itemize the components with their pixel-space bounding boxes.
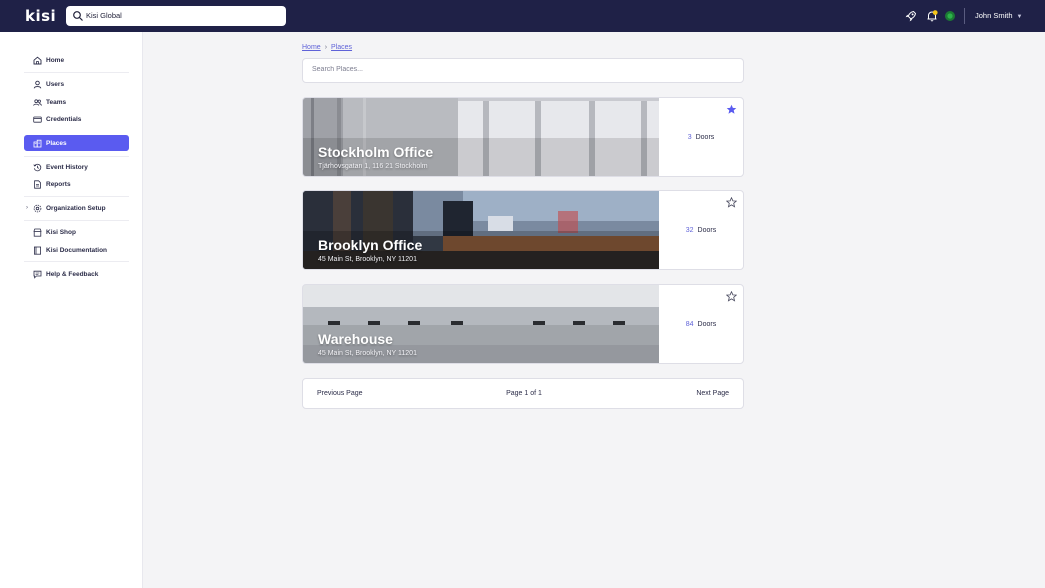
doors-count: 3 Doors bbox=[661, 134, 741, 141]
sidebar-item-event-history[interactable]: Event History bbox=[24, 159, 129, 175]
place-photo: Brooklyn Office 45 Main St, Brooklyn, NY… bbox=[303, 191, 659, 269]
doors-count-number: 84 bbox=[685, 321, 694, 328]
sidebar-item-label: Credentials bbox=[46, 115, 82, 123]
online-status-icon[interactable] bbox=[944, 10, 956, 22]
place-name: Stockholm Office bbox=[318, 144, 434, 160]
place-card-brooklyn-office[interactable]: Brooklyn Office 45 Main St, Brooklyn, NY… bbox=[302, 190, 744, 270]
place-name: Brooklyn Office bbox=[318, 237, 423, 253]
doors-count-label: Doors bbox=[697, 321, 717, 328]
user-name: John Smith bbox=[975, 11, 1013, 20]
sidebar-item-home[interactable]: Home bbox=[24, 52, 129, 68]
sidebar-divider bbox=[24, 156, 129, 157]
sidebar-divider bbox=[24, 72, 129, 73]
star-outline-icon[interactable] bbox=[726, 291, 737, 302]
sidebar-item-label: Event History bbox=[46, 163, 88, 171]
sidebar-divider bbox=[24, 261, 129, 262]
chat-icon bbox=[33, 270, 42, 279]
places-search-input[interactable] bbox=[312, 66, 732, 73]
report-icon bbox=[34, 180, 41, 189]
previous-page-button[interactable]: Previous Page bbox=[317, 390, 363, 397]
organization-name: Kisi Global bbox=[86, 11, 122, 20]
sidebar-item-teams[interactable]: Teams bbox=[24, 94, 129, 110]
doors-count-number: 32 bbox=[685, 227, 694, 234]
sidebar-divider bbox=[24, 196, 129, 197]
sidebar-divider bbox=[24, 220, 129, 221]
credential-card-icon bbox=[33, 116, 42, 123]
gear-icon bbox=[33, 204, 42, 213]
sidebar-item-credentials[interactable]: Credentials bbox=[24, 111, 129, 127]
sidebar-item-label: Help & Feedback bbox=[46, 270, 99, 278]
doors-count: 32 Doors bbox=[661, 227, 741, 234]
next-page-button[interactable]: Next Page bbox=[696, 390, 729, 397]
place-name: Warehouse bbox=[318, 331, 393, 347]
star-outline-icon[interactable] bbox=[726, 197, 737, 208]
sidebar-item-label: Kisi Shop bbox=[46, 228, 76, 236]
place-address: 45 Main St, Brooklyn, NY 11201 bbox=[318, 350, 417, 357]
chevron-down-icon: ▼ bbox=[1016, 14, 1023, 20]
doors-count-number: 3 bbox=[687, 134, 692, 141]
pagination: Previous Page Page 1 of 1 Next Page bbox=[302, 378, 744, 409]
sidebar-item-kisi-shop[interactable]: Kisi Shop bbox=[24, 224, 129, 240]
breadcrumb-places-link[interactable]: Places bbox=[331, 44, 352, 51]
sidebar-item-help-feedback[interactable]: Help & Feedback bbox=[24, 266, 129, 282]
building-icon bbox=[33, 139, 42, 148]
kisi-logo[interactable]: kisi bbox=[25, 7, 56, 25]
star-filled-icon[interactable] bbox=[726, 104, 737, 115]
breadcrumb-home-link[interactable]: Home bbox=[302, 44, 321, 51]
doors-count-label: Doors bbox=[695, 134, 715, 141]
home-icon bbox=[33, 56, 42, 65]
sidebar-item-users[interactable]: Users bbox=[24, 76, 129, 92]
sidebar-item-organization-setup[interactable]: Organization Setup bbox=[24, 200, 129, 216]
sidebar-item-label: Home bbox=[46, 56, 65, 64]
place-card-stockholm-office[interactable]: Stockholm Office Tjärhovsgatan 1, 116 21… bbox=[302, 97, 744, 177]
doors-count-label: Doors bbox=[697, 227, 717, 234]
breadcrumb: Home › Places bbox=[302, 44, 352, 51]
rocket-icon[interactable] bbox=[904, 9, 918, 23]
user-menu[interactable]: John Smith ▼ bbox=[975, 11, 1022, 20]
sidebar-item-places[interactable]: Places bbox=[24, 135, 129, 151]
topbar-divider bbox=[964, 8, 965, 24]
sidebar-item-label: Users bbox=[46, 80, 65, 88]
sidebar-item-reports[interactable]: Reports bbox=[24, 176, 129, 192]
places-search-box bbox=[302, 58, 744, 83]
place-address: 45 Main St, Brooklyn, NY 11201 bbox=[318, 256, 417, 263]
teams-icon bbox=[33, 99, 42, 106]
sidebar-item-label: Teams bbox=[46, 98, 67, 106]
notification-bell-icon[interactable] bbox=[925, 9, 939, 23]
doors-count: 84 Doors bbox=[661, 321, 741, 328]
book-icon bbox=[33, 246, 41, 255]
place-card-warehouse[interactable]: Warehouse 45 Main St, Brooklyn, NY 11201… bbox=[302, 284, 744, 364]
sidebar-item-label: Places bbox=[46, 139, 67, 147]
sidebar-item-label: Reports bbox=[46, 180, 71, 188]
sidebar-item-kisi-documentation[interactable]: Kisi Documentation bbox=[24, 242, 129, 258]
sidebar-item-label: Organization Setup bbox=[46, 204, 106, 212]
top-bar: kisi Kisi Global John Smith ▼ bbox=[0, 0, 1045, 32]
sidebar-item-label: Kisi Documentation bbox=[46, 246, 108, 254]
shop-icon bbox=[33, 228, 42, 237]
place-photo: Stockholm Office Tjärhovsgatan 1, 116 21… bbox=[303, 98, 659, 176]
history-icon bbox=[33, 163, 42, 172]
search-icon bbox=[73, 11, 83, 21]
sidebar: Home Users Teams Credentials Places Even… bbox=[0, 32, 143, 588]
place-photo: Warehouse 45 Main St, Brooklyn, NY 11201 bbox=[303, 285, 659, 363]
breadcrumb-separator: › bbox=[324, 44, 328, 51]
place-address: Tjärhovsgatan 1, 116 21 Stockholm bbox=[318, 163, 428, 170]
organization-switcher[interactable]: Kisi Global bbox=[66, 6, 286, 26]
page-indicator: Page 1 of 1 bbox=[506, 390, 542, 397]
user-icon bbox=[33, 80, 42, 89]
